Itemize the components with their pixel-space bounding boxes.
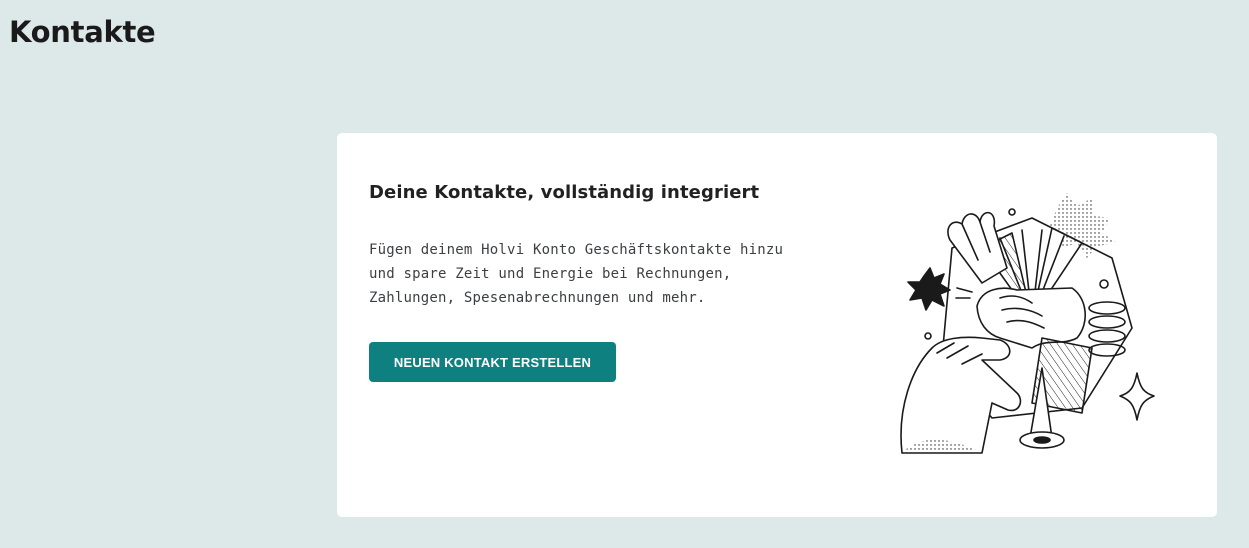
empty-state-heading: Deine Kontakte, vollständig integriert — [369, 182, 760, 203]
page-title: Kontakte — [9, 15, 156, 49]
empty-state-card: Deine Kontakte, vollständig integriert F… — [337, 133, 1217, 517]
handshake-illustration — [882, 188, 1172, 468]
empty-state-description: Fügen deinem Holvi Konto Geschäftskontak… — [369, 242, 784, 306]
create-contact-button[interactable]: NEUEN KONTAKT ERSTELLEN — [369, 342, 616, 382]
